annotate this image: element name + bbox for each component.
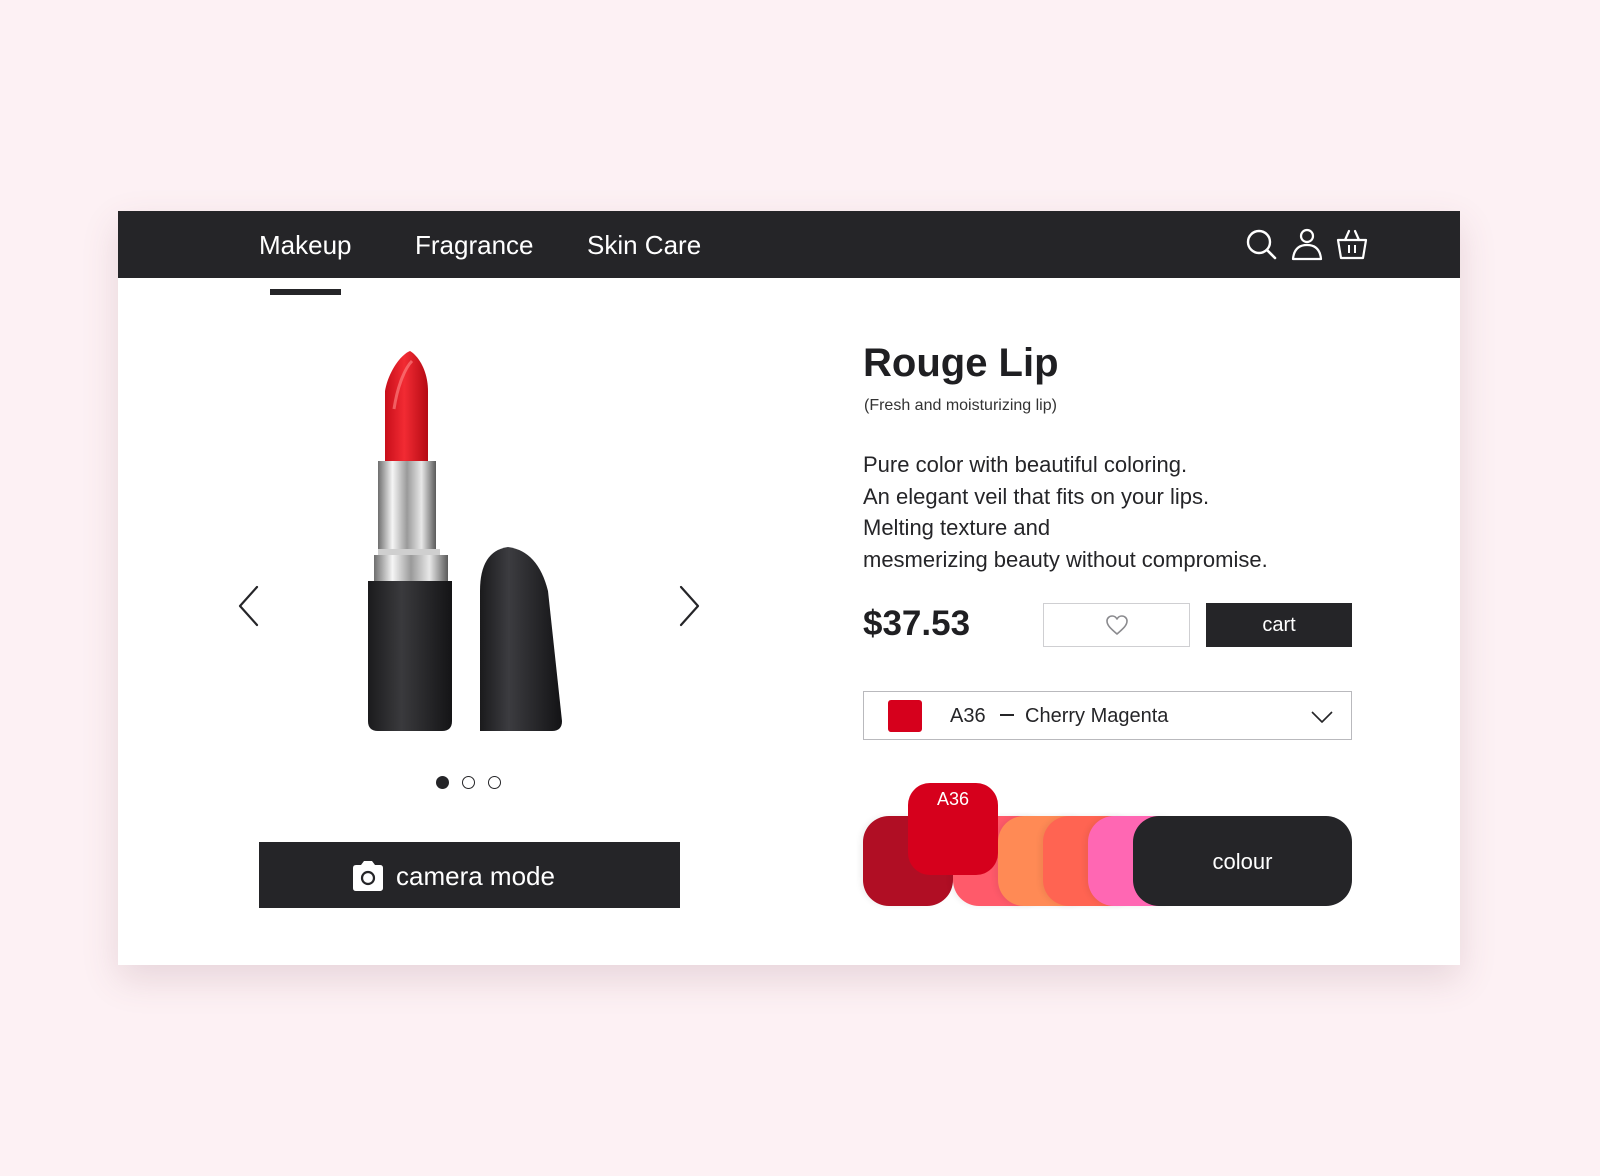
- nav-item-skin-care[interactable]: Skin Care: [587, 211, 701, 278]
- shade-separator: [1000, 714, 1014, 716]
- selected-shade-swatch: [888, 700, 922, 732]
- camera-icon: [350, 858, 386, 894]
- product-price: $37.53: [863, 604, 971, 643]
- shade-dropdown[interactable]: A36 Cherry Magenta: [863, 691, 1352, 740]
- colour-label: colour: [1212, 849, 1273, 874]
- gallery-dot-1[interactable]: [436, 776, 449, 789]
- user-icon[interactable]: [1290, 227, 1324, 261]
- nav-item-makeup[interactable]: Makeup: [259, 211, 352, 278]
- colour-button[interactable]: colour: [1133, 816, 1352, 906]
- add-to-cart-button[interactable]: cart: [1206, 603, 1352, 647]
- selected-shade-swatch[interactable]: A36: [908, 783, 998, 875]
- description-line: Pure color with beautiful coloring.: [863, 452, 1188, 477]
- shade-palette: A36 colour: [863, 783, 1352, 909]
- description-line: Melting texture and: [863, 515, 1051, 540]
- product-subtitle: (Fresh and moisturizing lip): [864, 397, 1057, 414]
- gallery-dot-3[interactable]: [488, 776, 501, 789]
- top-navigation: Makeup Fragrance Skin Care: [118, 211, 1460, 278]
- gallery-dot-2[interactable]: [462, 776, 475, 789]
- nav-item-fragrance[interactable]: Fragrance: [415, 211, 534, 278]
- shade-name: Cherry Magenta: [1025, 705, 1169, 727]
- product-description: Pure color with beautiful coloring. An e…: [863, 449, 1423, 575]
- chevron-down-icon: [1311, 710, 1333, 728]
- previous-image-arrow-icon[interactable]: [236, 584, 262, 628]
- shade-code: A36: [950, 705, 986, 727]
- heart-icon: [1106, 615, 1128, 635]
- shopping-bag-icon[interactable]: [1335, 227, 1369, 261]
- description-line: mesmerizing beauty without compromise.: [863, 546, 1268, 572]
- selected-shade-code: A36: [936, 789, 970, 809]
- description-line: An elegant veil that fits on your lips.: [863, 483, 1210, 509]
- lipstick-product-image: [358, 351, 718, 751]
- product-card: Makeup Fragrance Skin Care camera mode R…: [118, 211, 1460, 965]
- search-icon[interactable]: [1244, 227, 1278, 261]
- product-title: Rouge Lip: [863, 341, 1059, 385]
- camera-mode-button[interactable]: camera mode: [259, 842, 680, 908]
- active-nav-indicator: [270, 289, 341, 295]
- camera-mode-label: camera mode: [396, 861, 555, 891]
- wishlist-button[interactable]: [1043, 603, 1190, 647]
